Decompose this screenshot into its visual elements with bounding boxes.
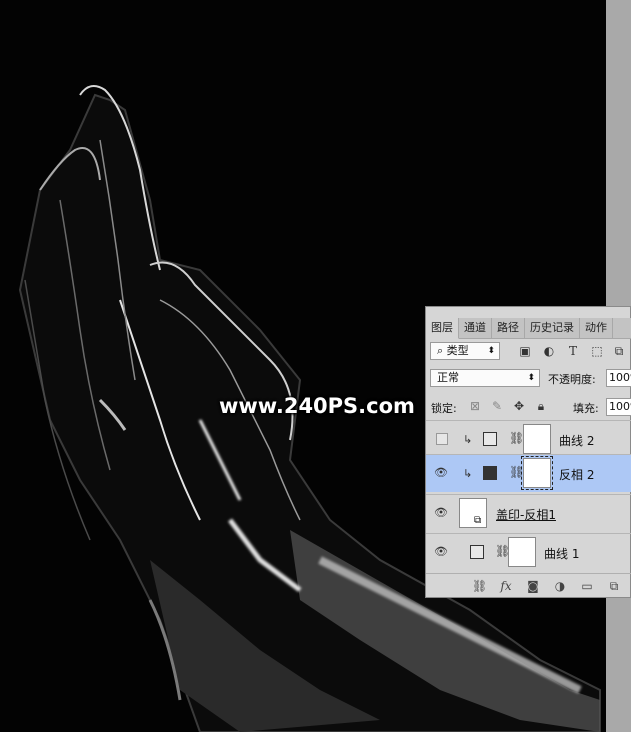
pixel-filter-icon[interactable]: ▣	[518, 344, 532, 358]
curves-adjustment-icon	[483, 432, 497, 446]
layer-mask-thumbnail[interactable]	[521, 456, 553, 490]
layer-name[interactable]: 反相 2	[559, 466, 594, 483]
invert-adjustment-icon	[483, 466, 497, 480]
layer-name[interactable]: 盖印-反相1	[496, 506, 556, 523]
layer-row-curves-1[interactable]: 👁︎ ⛓︎ 曲线 1	[426, 533, 631, 571]
filter-kind-label: 类型	[446, 344, 469, 357]
smart-object-thumbnail[interactable]: ⧉	[459, 498, 487, 528]
tab-layers[interactable]: 图层	[426, 318, 459, 339]
layer-name[interactable]: 曲线 1	[544, 545, 579, 562]
blend-mode-label: 正常	[437, 371, 459, 384]
layers-panel: 图层 通道 路径 历史记录 动作 ⌕ 类型 ⬍ ▣ ◐ T ⬚ ⧉ 正常 ⬍ 不…	[425, 306, 631, 598]
lock-all-icon[interactable]: 🔒︎	[534, 399, 548, 413]
search-icon: ⌕	[437, 344, 447, 357]
shape-filter-icon[interactable]: ⬚	[590, 344, 604, 358]
layer-row-curves-2[interactable]: ↳ ⛓︎ 曲线 2	[426, 420, 631, 458]
tab-paths[interactable]: 路径	[492, 318, 525, 338]
new-layer-icon[interactable]: ⧉	[607, 579, 621, 593]
curves-adjustment-icon	[470, 545, 484, 559]
tab-history[interactable]: 历史记录	[525, 318, 580, 338]
panel-tabs: 图层 通道 路径 历史记录 动作	[426, 318, 631, 339]
fill-label: 填充:	[573, 402, 599, 415]
layer-mask-thumbnail[interactable]	[523, 424, 551, 454]
new-group-icon[interactable]: ▭	[580, 579, 594, 593]
new-adjustment-icon[interactable]: ◑	[553, 579, 567, 593]
lock-transparency-icon[interactable]: ⊠	[468, 399, 482, 413]
lock-brush-icon[interactable]: ✎	[490, 399, 504, 413]
layer-row-stamp-invert-1[interactable]: 👁︎ ⧉ 盖印-反相1	[426, 494, 631, 532]
visibility-toggle-off[interactable]	[436, 433, 448, 445]
blend-mode-select[interactable]: 正常 ⬍	[430, 369, 540, 387]
eye-icon[interactable]: 👁︎	[434, 507, 448, 519]
chevron-updown-icon: ⬍	[487, 346, 495, 356]
smartobject-filter-icon[interactable]: ⧉	[612, 344, 626, 358]
link-layers-icon[interactable]: ⛓︎	[472, 579, 487, 593]
adjustment-filter-icon[interactable]: ◐	[542, 344, 556, 358]
layer-row-invert-2[interactable]: 👁︎ ↳ ⛓︎ 反相 2	[426, 454, 631, 492]
panel-bottom-toolbar: ⛓︎ fx ◙ ◑ ▭ ⧉	[426, 573, 631, 598]
filter-kind-select[interactable]: ⌕ 类型 ⬍	[430, 342, 500, 360]
fx-icon[interactable]: fx	[499, 579, 513, 593]
opacity-input[interactable]: 100%	[606, 369, 631, 387]
eye-icon[interactable]: 👁︎	[434, 546, 448, 558]
opacity-label: 不透明度:	[548, 373, 596, 386]
link-chain-icon: ⛓︎	[509, 431, 525, 445]
watermark-text: www.240PS.com	[219, 394, 415, 418]
link-chain-icon: ⛓︎	[509, 465, 525, 479]
layer-mask-thumbnail[interactable]	[508, 537, 536, 567]
lock-label: 锁定:	[431, 402, 457, 415]
type-filter-icon[interactable]: T	[566, 344, 580, 358]
clip-arrow-icon: ↳	[463, 433, 473, 446]
lock-move-icon[interactable]: ✥	[512, 399, 526, 413]
layer-name[interactable]: 曲线 2	[559, 432, 594, 449]
chevron-updown-icon: ⬍	[527, 373, 535, 383]
clip-arrow-icon: ↳	[463, 467, 473, 480]
tab-channels[interactable]: 通道	[459, 318, 492, 338]
add-mask-icon[interactable]: ◙	[526, 579, 540, 593]
tab-actions[interactable]: 动作	[580, 318, 613, 338]
eye-icon[interactable]: 👁︎	[434, 467, 448, 479]
fill-input[interactable]: 100%	[606, 398, 631, 416]
smart-object-badge-icon: ⧉	[474, 515, 482, 526]
